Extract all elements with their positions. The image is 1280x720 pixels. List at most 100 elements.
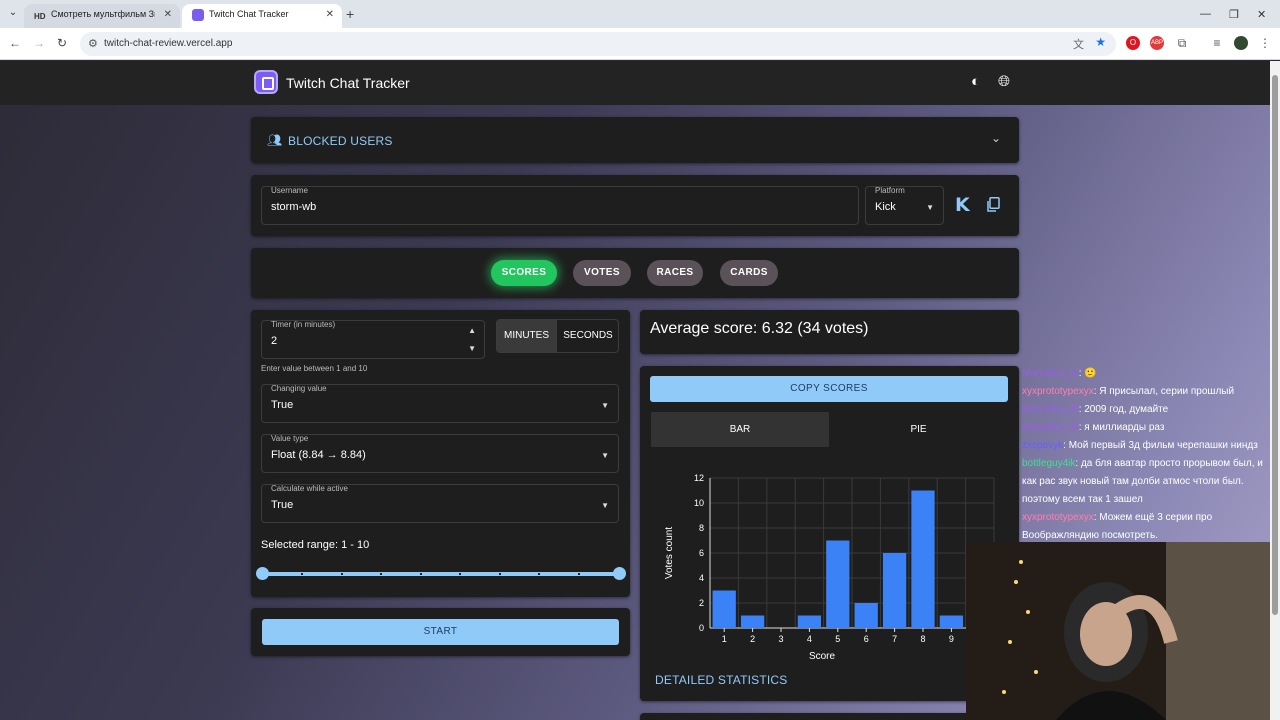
minutes-button[interactable]: MINUTES: [497, 320, 556, 352]
scrollbar-thumb[interactable]: [1272, 75, 1278, 615]
changing-value-label: Changing value: [271, 384, 327, 393]
start-button[interactable]: START: [262, 619, 619, 645]
tab-title: Twitch Chat Tracker: [209, 9, 289, 19]
platform-select[interactable]: Platform Kick ▼: [865, 186, 944, 225]
page-scrollbar[interactable]: [1270, 61, 1280, 720]
bar-chart: 0246810121 2 3 4 5 6 7 8 9ScoreVotes count: [664, 473, 995, 662]
copy-icon[interactable]: [987, 197, 1000, 212]
chat-message: zxcpavyk: Мой первый 3д фильм черепашки …: [1022, 437, 1280, 455]
profile-avatar[interactable]: [1234, 36, 1248, 50]
username-field[interactable]: Username storm-wb: [261, 186, 859, 225]
value-type-select[interactable]: Value type Float (8.84 → 8.84) ▼: [261, 434, 619, 473]
bar-1: [712, 590, 736, 628]
x-tick-label: 5: [835, 634, 840, 644]
y-tick-label: 0: [699, 623, 704, 633]
tab-title: Смотреть мультфильм Звероп: [51, 9, 155, 19]
language-globe-icon[interactable]: 🌐︎: [998, 74, 1010, 90]
webcam-image: [966, 542, 1280, 720]
chat-username: bottleguy4ik: [1022, 458, 1076, 469]
site-settings-icon[interactable]: ⚙: [88, 37, 98, 50]
decrement-icon[interactable]: ▼: [468, 344, 476, 353]
chat-username: xyxprototypexyx: [1022, 386, 1094, 397]
bar-9: [939, 615, 964, 628]
menu-icon[interactable]: ⋮: [1258, 36, 1272, 50]
browser-tab-1[interactable]: HD Смотреть мультфильм Звероп ✕: [24, 4, 180, 28]
url-text: twitch-chat-review.vercel.app: [104, 38, 233, 49]
mode-cards-button[interactable]: CARDS: [720, 260, 778, 286]
seconds-button[interactable]: SECONDS: [556, 320, 618, 352]
timer-field[interactable]: Timer (in minutes) 2 ▲ ▼: [261, 320, 485, 359]
forward-icon[interactable]: →: [33, 36, 45, 50]
timer-label: Timer (in minutes): [271, 320, 336, 329]
chat-message: Marcellus_M: я миллиарды раз: [1022, 419, 1280, 437]
chat-username: Marcellus_M: [1022, 368, 1079, 379]
increment-icon[interactable]: ▲: [468, 326, 476, 335]
chevron-down-icon[interactable]: ⌄: [991, 131, 1001, 145]
chat-message: Marcellus_M: 2009 год, думайте: [1022, 401, 1280, 419]
copy-scores-button[interactable]: COPY SCORES: [650, 376, 1008, 402]
back-icon[interactable]: ←: [9, 36, 21, 50]
bookmark-star-icon[interactable]: ★: [1095, 35, 1106, 49]
blocked-users-accordion[interactable]: 👥︎ BLOCKED USERS ⌄: [251, 117, 1019, 163]
opera-icon[interactable]: O: [1126, 36, 1140, 50]
chat-text: 2009 год, думайте: [1084, 404, 1169, 415]
translate-icon[interactable]: 文: [1073, 36, 1084, 52]
address-bar[interactable]: ⚙ twitch-chat-review.vercel.app 文 ★: [80, 32, 1116, 56]
tab-search-icon[interactable]: ⌄: [6, 7, 20, 21]
y-tick-label: 4: [699, 573, 704, 583]
timer-input[interactable]: 2: [271, 335, 277, 347]
theme-toggle-icon[interactable]: ◐: [971, 74, 980, 90]
chat-text: 🙂: [1084, 368, 1097, 379]
platform-label: Platform: [875, 186, 905, 195]
dropdown-arrow-icon: ▼: [926, 203, 934, 212]
chat-message: Marcellus_M: 🙂: [1022, 365, 1280, 383]
mode-scores-button[interactable]: SCORES: [491, 260, 557, 286]
close-tab-icon[interactable]: ✕: [326, 9, 334, 20]
mode-races-button[interactable]: RACES: [647, 260, 703, 286]
chat-text: Мой первый 3д фильм черепашки ниндз: [1068, 440, 1258, 451]
new-tab-icon[interactable]: +: [346, 7, 354, 21]
x-tick-label: 2: [750, 634, 755, 644]
range-max-handle[interactable]: [613, 567, 626, 580]
x-tick-label: 3: [778, 634, 783, 644]
tab-pie-chart[interactable]: PIE: [829, 412, 1008, 447]
tab-bar-chart[interactable]: BAR: [651, 412, 829, 447]
extensions-icon[interactable]: ⧉: [1175, 36, 1189, 50]
username-input[interactable]: storm-wb: [271, 201, 316, 213]
settings-card: Timer (in minutes) 2 ▲ ▼ MINUTES SECONDS…: [251, 310, 630, 597]
bar-7: [882, 553, 907, 628]
slider-tick: [578, 573, 580, 575]
close-window-icon[interactable]: ✕: [1257, 8, 1266, 21]
detailed-statistics-link[interactable]: DETAILED STATISTICS: [655, 673, 787, 687]
dropdown-arrow-icon: ▼: [601, 451, 609, 460]
hd-icon: HD: [34, 12, 46, 21]
minimize-icon[interactable]: —: [1200, 8, 1211, 20]
close-tab-icon[interactable]: ✕: [164, 9, 172, 20]
app-header: Twitch Chat Tracker ◐ 🌐︎: [0, 61, 1270, 105]
browser-toolbar: ← → ↻ ⚙ twitch-chat-review.vercel.app 文 …: [0, 28, 1280, 60]
y-tick-label: 10: [694, 498, 704, 508]
calculate-while-active-value: True: [271, 499, 294, 511]
chat-text: я миллиарды раз: [1084, 422, 1165, 433]
reload-icon[interactable]: ↻: [57, 36, 67, 50]
kick-logo-icon[interactable]: K: [955, 195, 971, 215]
twitch-icon: [192, 9, 204, 21]
adblock-icon[interactable]: ABP: [1150, 36, 1164, 50]
range-slider-track[interactable]: [262, 572, 619, 576]
next-card: [640, 713, 1019, 720]
browser-tab-2[interactable]: Twitch Chat Tracker ✕: [182, 4, 342, 28]
y-tick-label: 2: [699, 598, 704, 608]
restore-icon[interactable]: ❐: [1229, 8, 1239, 21]
x-tick-label: 1: [722, 634, 727, 644]
changing-value-select[interactable]: Changing value True ▼: [261, 384, 619, 423]
app-viewport: Twitch Chat Tracker ◐ 🌐︎ 👥︎ BLOCKED USER…: [0, 61, 1280, 720]
chat-message: bottleguy4ik: да бля аватар просто проры…: [1022, 455, 1280, 509]
bar-2: [740, 615, 765, 628]
reading-list-icon[interactable]: ≡: [1210, 36, 1224, 50]
mode-votes-button[interactable]: VOTES: [573, 260, 631, 286]
users-icon: 👥︎: [267, 133, 283, 147]
range-min-handle[interactable]: [256, 567, 269, 580]
calculate-while-active-select[interactable]: Calculate while active True ▼: [261, 484, 619, 523]
dropdown-arrow-icon: ▼: [601, 401, 609, 410]
y-tick-label: 8: [699, 523, 704, 533]
